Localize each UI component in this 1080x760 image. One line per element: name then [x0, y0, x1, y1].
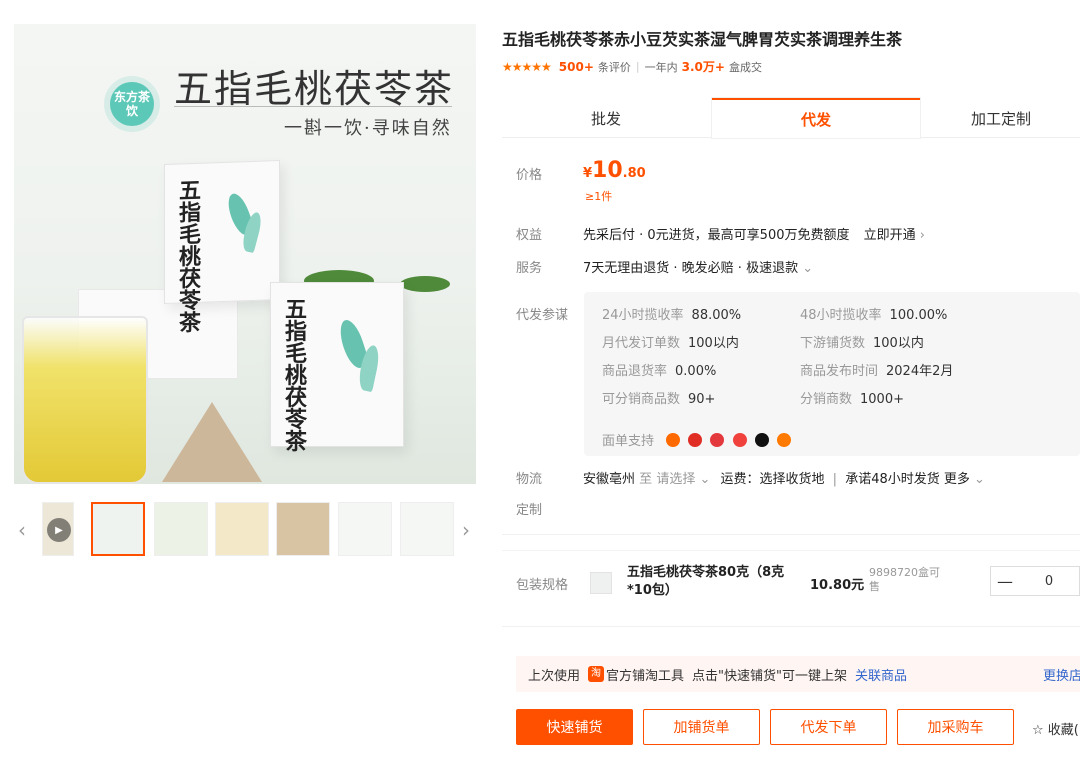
separator: |	[635, 60, 640, 73]
metric-item: 下游铺货数 100以内	[800, 336, 924, 351]
play-icon: ▶	[47, 518, 71, 542]
quantity-stepper[interactable]: —	[990, 566, 1080, 596]
custom-label: 定制	[516, 503, 543, 518]
dropship-order-button[interactable]: 代发下单	[770, 709, 887, 745]
tea-glass	[22, 316, 148, 484]
price-label: 价格	[516, 168, 543, 183]
dropship-metrics-panel: 24小时揽收率 88.00% 48小时揽收率 100.00% 月代发订单数 100以内…	[584, 292, 1080, 456]
main-product-image[interactable]: 东方茶饮 五指毛桃茯苓茶 一斟一饮·寻味自然 五指毛桃茯苓茶 五指毛桃茯苓茶	[14, 24, 476, 484]
moss-decoration	[400, 276, 450, 292]
package-stock: 9898720盒可售	[869, 566, 940, 593]
service-text: 7天无理由退货 · 晚发必赔 · 极速退款	[583, 261, 799, 276]
taobao-logo-icon	[666, 433, 681, 447]
metric-item: 月代发订单数 100以内	[602, 336, 739, 351]
dropship-advisor-label: 代发参谋	[516, 308, 569, 323]
tea-box-back: 五指毛桃茯苓茶	[164, 159, 280, 337]
thumbnail-prev-arrow[interactable]: ‹	[14, 502, 30, 558]
reviews-count[interactable]: 500+	[559, 60, 594, 74]
decrease-button[interactable]: —	[991, 572, 1019, 591]
star-outline-icon: ☆	[1032, 723, 1044, 738]
thumbnail-1[interactable]	[91, 502, 145, 556]
ship-origin: 安徽亳州	[583, 472, 636, 487]
jd-logo-icon	[710, 433, 725, 447]
favorite-button[interactable]: ☆ 收藏(	[1032, 719, 1079, 738]
rights-label: 权益	[516, 228, 543, 243]
package-price: 10.80元	[810, 578, 865, 593]
brand-logo: 东方茶饮	[110, 82, 154, 126]
tab-wholesale[interactable]: 批发	[502, 98, 710, 138]
logistics-label: 物流	[516, 472, 543, 487]
metric-item: 可分销商品数 90+	[602, 392, 716, 407]
chevron-down-icon: ⌄	[802, 261, 814, 276]
metric-item: 分销商数 1000+	[800, 392, 904, 407]
product-title: 五指毛桃茯苓茶赤小豆芡实茶湿气脾胃芡实茶调理养生茶	[502, 30, 903, 49]
min-order-quantity: ≥1件	[585, 190, 613, 203]
tab-dropship[interactable]: 代发	[712, 98, 920, 138]
douyin-logo-icon	[754, 433, 769, 447]
kuaishou-logo-icon	[776, 433, 791, 447]
thumbnail-video[interactable]: ▶	[42, 502, 74, 556]
distribution-tool-bar: 上次使用 淘 官方铺淘工具 点击"快速铺货"可一键上架 关联商品 更换店	[516, 656, 1080, 692]
tea-box-front: 五指毛桃茯苓茶	[270, 282, 404, 453]
destination-select[interactable]: 请选择 ⌄	[656, 472, 710, 487]
metric-item: 48小时揽收率 100.00%	[800, 308, 948, 323]
thumbnail-strip: ‹ ▶ ›	[14, 502, 476, 558]
metric-item: 商品发布时间 2024年2月	[800, 364, 954, 379]
thumbnail-next-arrow[interactable]: ›	[458, 502, 474, 558]
price-value: ¥10.80	[583, 158, 646, 183]
thumbnail-2[interactable]	[154, 502, 208, 556]
metric-item: 24小时揽收率 88.00%	[602, 308, 742, 323]
add-to-cart-button[interactable]: 加采购车	[897, 709, 1014, 745]
chevron-down-icon: ⌄	[974, 472, 985, 487]
activate-link[interactable]: 立即开通 ›	[864, 228, 925, 243]
shipping-fee: 运费：选择收货地	[720, 472, 825, 487]
rights-text: 先采后付 · 0元进货，最高可享500万免费额度	[583, 228, 850, 243]
thumbnail-4[interactable]	[276, 502, 330, 556]
quick-distribute-button[interactable]: 快速铺货	[516, 709, 633, 745]
thumbnail-5[interactable]	[338, 502, 392, 556]
xiaohongshu-logo-icon	[732, 433, 747, 447]
logistics-row: 安徽亳州 至 请选择 ⌄ 运费：选择收货地 | 承诺48小时发货 更多 ⌄	[583, 472, 985, 487]
thumbnail-3[interactable]	[215, 502, 269, 556]
divider	[502, 534, 1080, 535]
ship-promise: 承诺48小时发货	[845, 472, 940, 487]
chevron-right-icon: ›	[919, 228, 925, 243]
thumbnail-6[interactable]	[400, 502, 454, 556]
quantity-input[interactable]	[1019, 573, 1079, 589]
tool-hint: 点击"快速铺货"可一键上架	[692, 668, 847, 684]
hero-subtitle: 一斟一饮·寻味自然	[284, 118, 452, 139]
sales-period: 一年内	[644, 60, 678, 74]
more-logistics[interactable]: 更多 ⌄	[944, 472, 985, 487]
waybill-support-row: 面单支持	[602, 430, 795, 449]
sales-count: 3.0万+	[681, 60, 725, 74]
hero-divider	[174, 106, 452, 107]
rights-row: 先采后付 · 0元进货，最高可享500万免费额度 立即开通 ›	[583, 224, 925, 243]
teabag	[162, 402, 262, 482]
package-name: 五指毛桃茯苓茶80克（8克*10包）	[627, 565, 785, 598]
package-spec-label: 包装规格	[516, 578, 569, 593]
package-thumbnail[interactable]	[590, 572, 612, 594]
pinduoduo-logo-icon	[688, 433, 703, 447]
add-to-distribution-list-button[interactable]: 加铺货单	[643, 709, 760, 745]
service-label: 服务	[516, 261, 543, 276]
taobao-tool-icon: 淘	[588, 666, 605, 682]
metric-item: 商品退货率 0.00%	[602, 364, 717, 379]
rating-row: ★★★★★ 500+ 条评价 | 一年内 3.0万+ 盒成交	[502, 58, 762, 75]
divider	[502, 626, 1080, 627]
rating-stars-icon: ★★★★★	[502, 59, 552, 74]
tab-custom-processing[interactable]: 加工定制	[922, 98, 1080, 138]
divider	[502, 550, 1080, 551]
hero-title: 五指毛桃茯苓茶	[174, 67, 455, 111]
sales-unit: 盒成交	[728, 60, 762, 74]
chevron-down-icon: ⌄	[699, 472, 711, 487]
reviews-label: 条评价	[597, 60, 631, 74]
purchase-mode-tabs: 批发 代发 加工定制	[502, 98, 1080, 138]
tool-name: 官方铺淘工具	[606, 668, 685, 684]
switch-store-link[interactable]: 更换店	[1043, 665, 1080, 684]
linked-products-link[interactable]: 关联商品	[855, 665, 907, 684]
service-row[interactable]: 7天无理由退货 · 晚发必赔 · 极速退款 ⌄	[583, 257, 813, 276]
